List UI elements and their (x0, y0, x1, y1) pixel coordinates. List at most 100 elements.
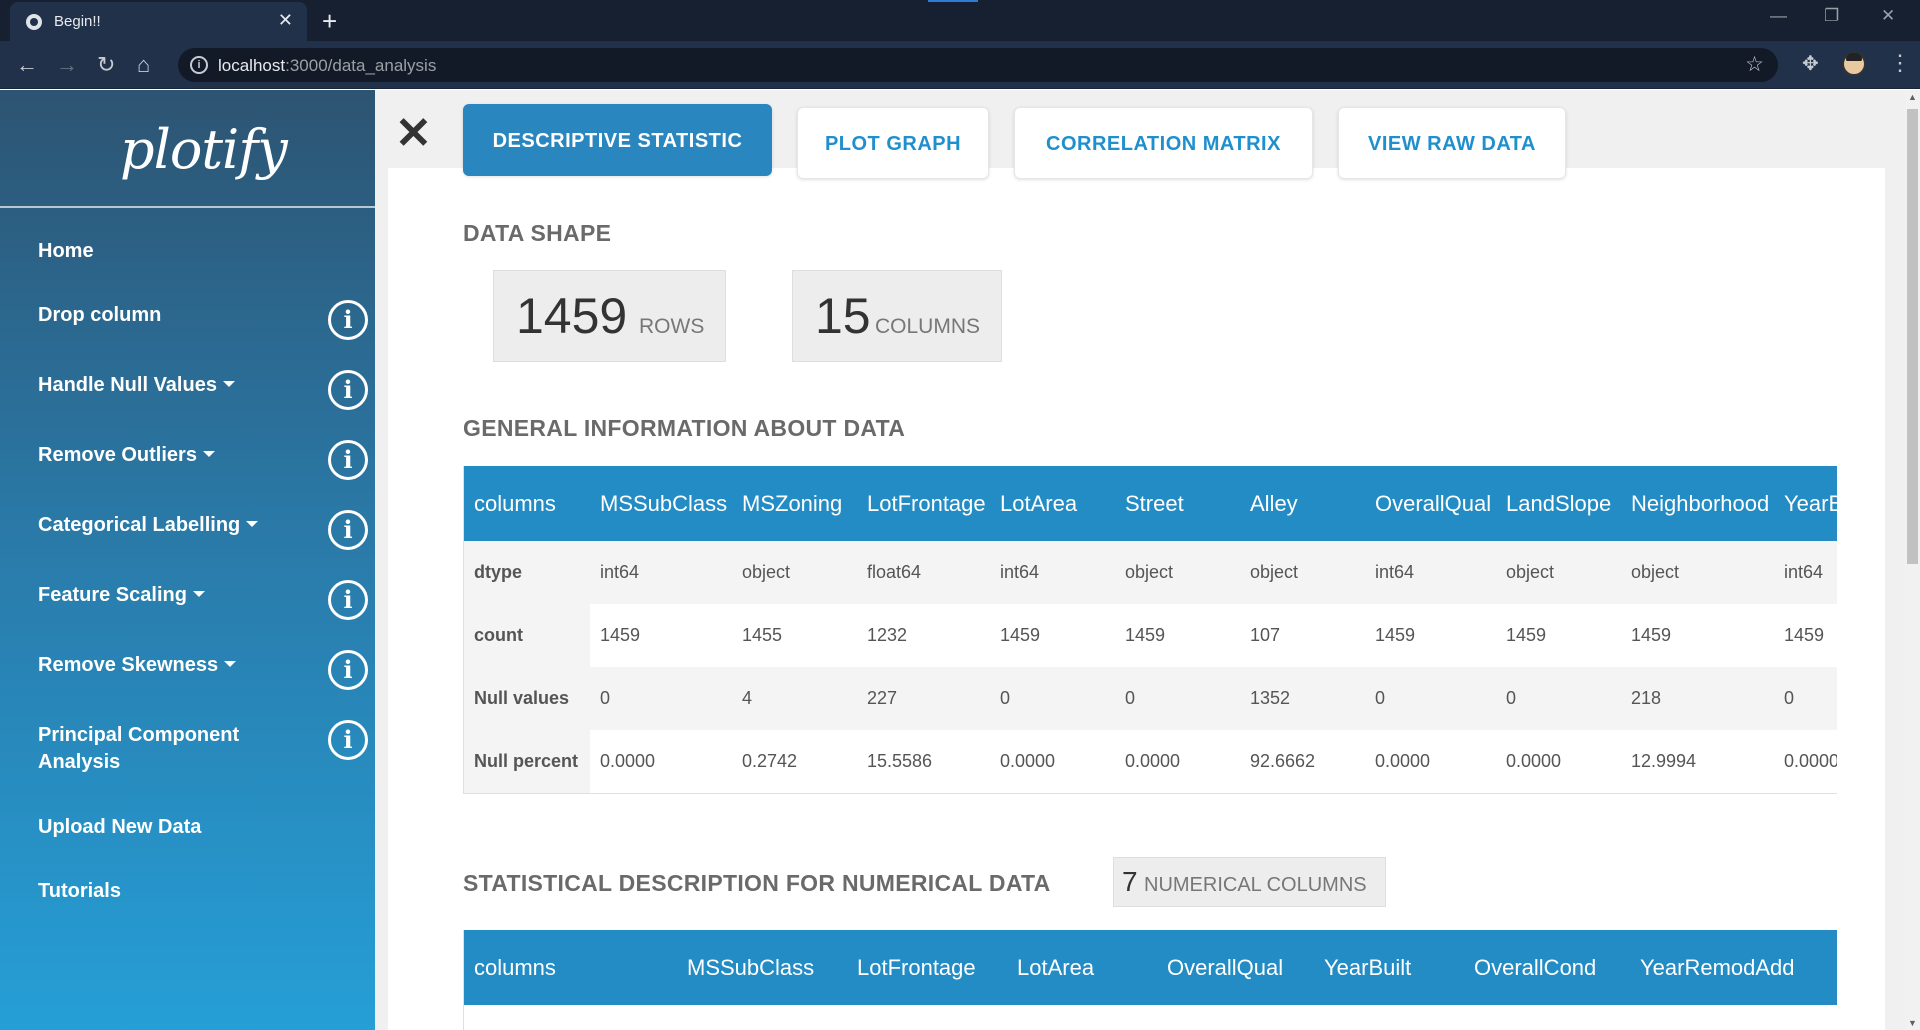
caret-down-icon (246, 520, 259, 527)
plotify-logo[interactable]: plotify (120, 118, 288, 181)
sidebar-item-remove-outliers[interactable]: Remove Outliers (38, 442, 215, 469)
bookmark-star-icon[interactable]: ☆ (1745, 52, 1764, 77)
restore-icon[interactable]: ❐ (1824, 6, 1839, 26)
table-cell: int64 (1365, 541, 1496, 604)
scroll-up-arrow-icon[interactable]: ▲ (1908, 92, 1917, 102)
column-header: Street (1115, 466, 1240, 541)
table-cell: 0 (1496, 667, 1621, 730)
numerical-columns-count: 7 (1122, 866, 1138, 897)
back-icon[interactable]: ← (16, 53, 38, 77)
info-icon-feature-scaling[interactable]: i (328, 580, 368, 620)
row-label: dtype (464, 541, 590, 604)
table-cell: 92.6662 (1240, 730, 1365, 793)
new-tab-icon[interactable]: + (322, 6, 337, 37)
caret-down-icon (202, 450, 215, 457)
browser-tab-strip: Begin!! ✕ + — ❐ ✕ (0, 0, 1920, 41)
forward-icon[interactable]: → (56, 53, 78, 77)
table-cell: 1455 (732, 604, 857, 667)
url-text: localhost:3000/data_analysis (218, 56, 437, 75)
sidebar-item-drop-column[interactable]: Drop column (38, 302, 161, 329)
row-label: count (464, 604, 590, 667)
columns-stat-box: 15 COLUMNS (792, 270, 1002, 362)
table-row: count 1459 1455 1232 1459 1459 107 1459 … (464, 604, 1837, 667)
sidebar-item-feature-scaling[interactable]: Feature Scaling (38, 582, 205, 609)
info-icon-pca[interactable]: i (328, 720, 368, 760)
table-cell: object (1496, 541, 1621, 604)
tab-descriptive-statistic[interactable]: DESCRIPTIVE STATISTIC (463, 104, 772, 176)
browser-menu-icon[interactable]: ⋮ (1889, 50, 1911, 76)
column-header: columns (464, 930, 677, 1005)
table-cell: 1459 (1774, 604, 1837, 667)
table-cell: 1459 (1365, 604, 1496, 667)
column-header: OverallQual (1365, 466, 1496, 541)
caret-down-icon (192, 590, 205, 597)
table-cell: object (732, 541, 857, 604)
browser-tab[interactable]: Begin!! ✕ (10, 2, 307, 41)
column-header: OverallCond (1464, 930, 1630, 1005)
column-header: OverallQual (1157, 930, 1314, 1005)
home-icon[interactable]: ⌂ (137, 53, 150, 77)
numerical-columns-label: NUMERICAL COLUMNS (1144, 874, 1367, 896)
general-info-table-container[interactable]: columns MSSubClass MSZoning LotFrontage … (463, 466, 1837, 794)
info-icon-handle-null[interactable]: i (328, 370, 368, 410)
table-cell: object (1240, 541, 1365, 604)
site-info-icon[interactable]: i (190, 56, 208, 74)
table-cell: 0.0000 (590, 730, 732, 793)
numerical-table-container[interactable]: columns MSSubClass LotFrontage LotArea O… (463, 930, 1837, 1030)
table-cell: 1459 (590, 604, 732, 667)
sidebar-item-tutorials[interactable]: Tutorials (38, 878, 121, 905)
caret-down-icon (222, 380, 235, 387)
info-icon-categorical-labelling[interactable]: i (328, 510, 368, 550)
sidebar-item-remove-skewness[interactable]: Remove Skewness (38, 652, 237, 679)
sidebar-item-home[interactable]: Home (38, 238, 94, 265)
scroll-down-arrow-icon[interactable]: ▼ (1908, 1018, 1917, 1028)
column-header: LotFrontage (847, 930, 1007, 1005)
table-cell: 0 (1365, 667, 1496, 730)
table-cell: 0 (1774, 667, 1837, 730)
column-header: MSSubClass (590, 466, 732, 541)
close-icon[interactable]: ✕ (395, 112, 432, 156)
close-tab-icon[interactable]: ✕ (278, 10, 293, 31)
table-cell: 0.0000 (1365, 730, 1496, 793)
numerical-description-title: STATISTICAL DESCRIPTION FOR NUMERICAL DA… (463, 870, 1051, 896)
sidebar: plotify Home Drop column i Handle Null V… (0, 90, 375, 1030)
sidebar-item-handle-null[interactable]: Handle Null Values (38, 372, 235, 399)
page-scrollbar[interactable]: ▲ ▼ (1905, 90, 1920, 1030)
scrollbar-thumb[interactable] (1907, 109, 1918, 564)
sidebar-item-upload-new-data[interactable]: Upload New Data (38, 814, 201, 841)
sidebar-item-pca[interactable]: Principal Component Analysis (38, 722, 239, 776)
tab-title: Begin!! (54, 13, 101, 30)
numerical-table: columns MSSubClass LotFrontage LotArea O… (464, 930, 1837, 1005)
table-cell: 0 (990, 667, 1115, 730)
info-icon-drop-column[interactable]: i (328, 300, 368, 340)
sidebar-item-categorical-labelling[interactable]: Categorical Labelling (38, 512, 259, 539)
table-cell: 0 (1115, 667, 1240, 730)
table-cell: 15.5586 (857, 730, 990, 793)
tab-plot-graph[interactable]: PLOT GRAPH (797, 107, 989, 179)
columns-label: COLUMNS (875, 315, 981, 338)
tab-correlation-matrix[interactable]: CORRELATION MATRIX (1014, 107, 1313, 179)
column-header: LotFrontage (857, 466, 990, 541)
table-cell: 1459 (990, 604, 1115, 667)
extensions-puzzle-icon[interactable]: ✥ (1802, 51, 1819, 76)
column-header: columns (464, 466, 590, 541)
address-bar[interactable]: i localhost:3000/data_analysis ☆ (178, 48, 1778, 82)
general-info-title: GENERAL INFORMATION ABOUT DATA (463, 415, 906, 441)
tab-view-raw-data[interactable]: VIEW RAW DATA (1338, 107, 1566, 179)
column-header: LandSlope (1496, 466, 1621, 541)
column-header: MSSubClass (677, 930, 847, 1005)
minimize-icon[interactable]: — (1770, 6, 1787, 26)
table-cell: 1352 (1240, 667, 1365, 730)
info-icon-remove-skewness[interactable]: i (328, 650, 368, 690)
table-cell: float64 (857, 541, 990, 604)
profile-avatar-icon[interactable] (1842, 52, 1866, 76)
info-icon-remove-outliers[interactable]: i (328, 440, 368, 480)
table-cell: 107 (1240, 604, 1365, 667)
table-cell: 0.0000 (1115, 730, 1240, 793)
reload-icon[interactable]: ↻ (97, 53, 115, 77)
logo-area: plotify (0, 90, 375, 208)
table-cell: object (1115, 541, 1240, 604)
close-window-icon[interactable]: ✕ (1881, 6, 1895, 26)
column-header: LotArea (1007, 930, 1157, 1005)
column-header: LotArea (990, 466, 1115, 541)
